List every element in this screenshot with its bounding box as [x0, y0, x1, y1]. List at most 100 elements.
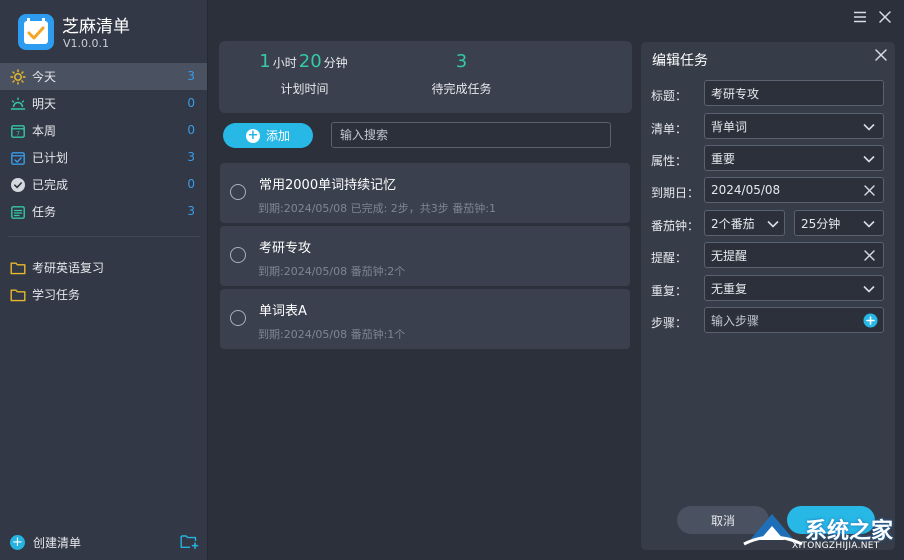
sidebar-divider	[8, 236, 200, 237]
add-step-icon[interactable]	[863, 313, 878, 328]
task-item[interactable]: 考研专攻 到期:2024/05/08 番茄钟:2个	[220, 226, 630, 286]
sidebar-item-label: 已计划	[32, 151, 69, 165]
sidebar-item-count: 3	[187, 69, 195, 83]
title-label: 标题：	[651, 89, 688, 103]
cancel-label: 取消	[710, 513, 735, 528]
planned-time-label: 计划时间	[280, 82, 329, 96]
title-value: 考研专攻	[711, 86, 760, 101]
steps-input[interactable]: 输入步骤	[704, 307, 884, 333]
sidebar-list-kaoyan-english[interactable]: 考研英语复习	[0, 254, 207, 281]
chevron-down-icon	[766, 217, 780, 231]
sidebar-item-tomorrow[interactable]: 明天 0	[0, 90, 207, 117]
sidebar-item-label: 已完成	[32, 178, 69, 192]
sidebar-list-label: 学习任务	[32, 288, 81, 302]
chevron-down-icon	[862, 152, 876, 166]
hours-unit: 小时	[272, 56, 297, 70]
clear-icon[interactable]	[863, 249, 876, 262]
attribute-select[interactable]: 重要	[704, 145, 884, 171]
app-name: 芝麻清单	[62, 17, 130, 37]
task-complete-checkbox[interactable]	[230, 310, 246, 326]
edit-panel-title: 编辑任务	[652, 53, 708, 69]
task-list-icon	[10, 204, 26, 220]
pending-count: 3	[455, 51, 468, 72]
close-panel-icon[interactable]	[874, 48, 888, 66]
close-window-icon[interactable]	[878, 10, 892, 28]
task-meta: 到期:2024/05/08 番茄钟:2个	[258, 265, 406, 278]
sidebar-item-this-week[interactable]: 7 本周 0	[0, 117, 207, 144]
new-folder-icon[interactable]	[180, 534, 199, 552]
title-field[interactable]: 考研专攻	[704, 80, 884, 106]
task-meta: 到期:2024/05/08 番茄钟:1个	[258, 328, 406, 341]
sidebar-item-count: 3	[187, 150, 195, 164]
sidebar-list-study-tasks[interactable]: 学习任务	[0, 281, 207, 308]
due-date-field[interactable]: 2024/05/08	[704, 177, 884, 203]
task-meta: 到期:2024/05/08 已完成: 2步，共3步 番茄钟:1	[258, 202, 497, 215]
sidebar-item-planned[interactable]: 已计划 3	[0, 144, 207, 171]
repeat-label: 重复：	[651, 284, 688, 298]
task-title: 单词表A	[259, 304, 307, 319]
list-label: 清单：	[651, 122, 688, 136]
plus-icon: +	[10, 534, 25, 550]
planned-minutes: 20	[298, 51, 322, 72]
pomodoro-label: 番茄钟：	[651, 219, 700, 233]
pending-label: 待完成任务	[431, 82, 492, 96]
create-list-button[interactable]: + 创建清单	[10, 534, 81, 551]
menu-icon[interactable]	[853, 10, 867, 28]
create-list-label: 创建清单	[33, 535, 82, 550]
sunrise-icon	[10, 96, 26, 112]
repeat-select[interactable]: 无重复	[704, 275, 884, 301]
steps-placeholder: 输入步骤	[711, 313, 760, 328]
plus-icon: +	[245, 127, 260, 143]
sidebar-item-count: 0	[187, 177, 195, 191]
planned-hours: 1	[259, 51, 271, 72]
steps-label: 步骤：	[651, 316, 688, 330]
app-version: V1.0.0.1	[63, 37, 110, 50]
minutes-unit: 分钟	[323, 56, 348, 70]
attribute-label: 属性：	[651, 154, 688, 168]
sidebar-item-count: 0	[187, 96, 195, 110]
sidebar-item-label: 任务	[32, 205, 57, 219]
pending-tasks-stat: 3 待完成任务	[419, 51, 504, 97]
task-title: 常用2000单词持续记忆	[259, 178, 397, 193]
add-task-button[interactable]: + 添加	[223, 123, 313, 148]
list-select[interactable]: 背单词	[704, 113, 884, 139]
due-date-value: 2024/05/08	[711, 183, 781, 197]
chevron-down-icon	[862, 120, 876, 134]
planned-time-stat: 1 小时 20 分钟 计划时间	[257, 51, 352, 97]
watermark-subtext: XITONGZHIJIA.NET	[792, 541, 880, 551]
reminder-value: 无提醒	[711, 248, 748, 263]
task-item[interactable]: 单词表A 到期:2024/05/08 番茄钟:1个	[220, 289, 630, 349]
task-complete-checkbox[interactable]	[230, 247, 246, 263]
clear-icon[interactable]	[863, 184, 876, 197]
sidebar-lists: 考研英语复习 学习任务	[0, 254, 207, 308]
edit-task-panel: 编辑任务 标题： 考研专攻 清单： 背单词 属性： 重要 到期日： 2024/0…	[641, 42, 895, 550]
sidebar-list-label: 考研英语复习	[32, 261, 105, 275]
calendar-check-icon	[10, 150, 26, 166]
sidebar: 芝麻清单 V1.0.0.1 今天 3 明天 0 7 本周 0 已计划 3 已完成…	[0, 0, 208, 560]
search-input[interactable]	[331, 122, 611, 148]
pomodoro-length-value: 25分钟	[801, 216, 841, 231]
chevron-down-icon	[862, 217, 876, 231]
svg-text:7: 7	[16, 130, 20, 137]
sidebar-item-tasks[interactable]: 任务 3	[0, 198, 207, 225]
reminder-field[interactable]: 无提醒	[704, 242, 884, 268]
app-logo-icon	[18, 14, 54, 50]
sidebar-item-count: 3	[187, 204, 195, 218]
sidebar-item-today[interactable]: 今天 3	[0, 63, 207, 90]
task-item[interactable]: 常用2000单词持续记忆 到期:2024/05/08 已完成: 2步，共3步 番…	[220, 163, 630, 223]
folder-icon	[10, 260, 26, 276]
pomodoro-count-select[interactable]: 2个番茄	[704, 210, 785, 236]
attribute-value: 重要	[711, 151, 736, 166]
pomodoro-length-select[interactable]: 25分钟	[794, 210, 884, 236]
sidebar-nav: 今天 3 明天 0 7 本周 0 已计划 3 已完成 0 任务 3	[0, 63, 207, 225]
sidebar-item-completed[interactable]: 已完成 0	[0, 171, 207, 198]
pomodoro-count-value: 2个番茄	[711, 216, 755, 231]
due-date-label: 到期日：	[651, 186, 700, 200]
sun-icon	[10, 68, 26, 85]
repeat-value: 无重复	[711, 281, 748, 296]
task-title: 考研专攻	[259, 241, 312, 256]
list-value: 背单词	[711, 119, 748, 134]
chevron-down-icon	[862, 282, 876, 296]
stats-card: 1 小时 20 分钟 计划时间 3 待完成任务	[219, 41, 632, 113]
task-complete-checkbox[interactable]	[230, 184, 246, 200]
